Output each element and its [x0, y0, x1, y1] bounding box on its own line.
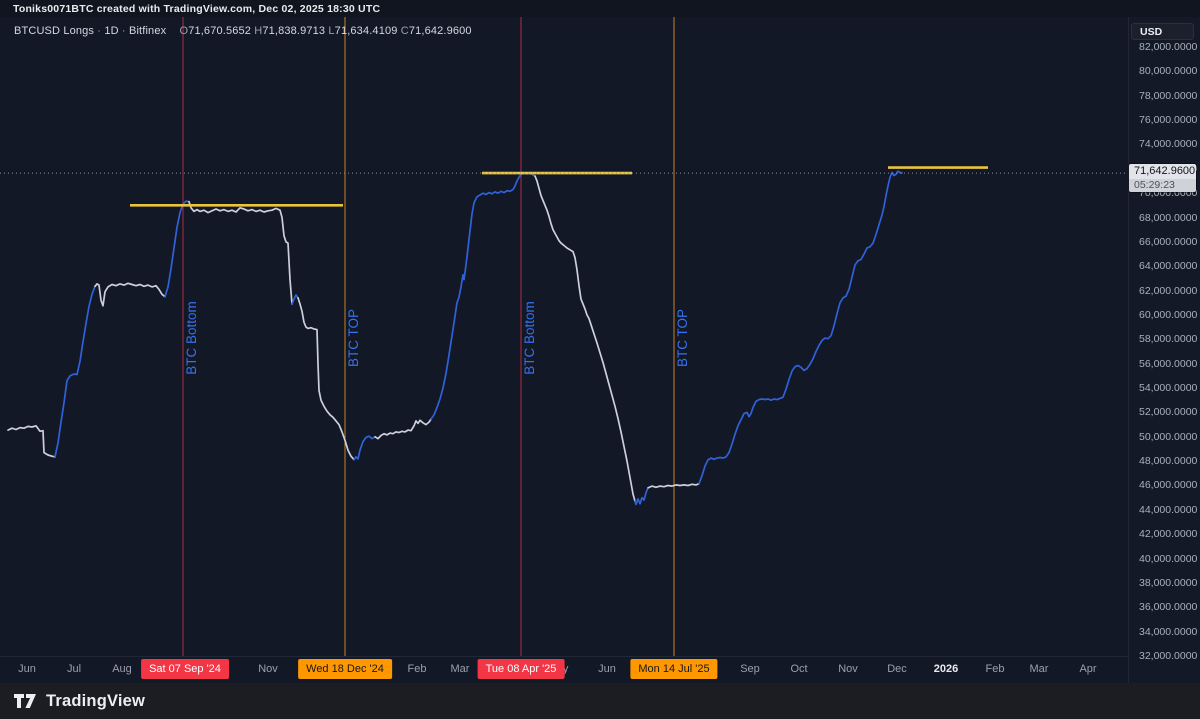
price-line-segment [291, 294, 299, 305]
time-axis-month-label: Jul [66, 663, 82, 675]
price-axis-label: 82,000.0000 [1139, 41, 1198, 53]
price-axis-label: 80,000.0000 [1139, 65, 1198, 78]
currency-toggle-button[interactable]: USD [1131, 23, 1194, 40]
price-line-segment [94, 282, 166, 307]
marker-date-badge[interactable]: Wed 18 Dec '24 [298, 659, 392, 679]
marker-vline-label: BTC Bottom [184, 301, 199, 375]
watermark-bar: Toniks0071BTC created with TradingView.c… [0, 0, 1200, 17]
tradingview-logo-icon[interactable] [13, 691, 38, 711]
price-axis[interactable]: 82,000.0000 80,000.0000 78,000.0000 76,000.… [1128, 0, 1200, 683]
interval-label: 1D [104, 25, 119, 37]
price-axis-label: 54,000.0000 [1139, 382, 1198, 395]
time-axis-month-label: Jun [598, 663, 616, 675]
price-axis-label: 38,000.0000 [1139, 576, 1198, 589]
price-line-segment [430, 172, 536, 420]
time-axis-month-label: Feb [407, 663, 427, 675]
price-axis-label: 68,000.0000 [1139, 211, 1198, 224]
price-line-segment [374, 418, 432, 440]
time-axis-month-label: Apr [1079, 663, 1097, 675]
price-axis-label: 62,000.0000 [1139, 284, 1198, 297]
time-axis-month-label: Feb [985, 663, 1005, 675]
time-axis-month-label: Nov [838, 663, 858, 675]
price-axis-label: 74,000.0000 [1139, 138, 1198, 151]
bar-countdown: 05:29:23 [1129, 179, 1196, 192]
price-line-segment [54, 285, 96, 458]
price-axis-label: 40,000.0000 [1139, 552, 1198, 565]
marker-date-badge[interactable]: Mon 14 Jul '25 [630, 659, 718, 679]
price-line-segment [634, 487, 649, 506]
price-axis-label: 50,000.0000 [1139, 430, 1198, 443]
marker-vline-label: BTC Bottom [522, 301, 537, 375]
time-axis-month-label: Sep [740, 663, 760, 675]
symbol-title: BTCUSD Longs [14, 25, 95, 37]
price-axis-label: 58,000.0000 [1139, 333, 1198, 346]
exchange-label: Bitfinex [128, 25, 167, 37]
time-axis-month-label: Nov [258, 663, 278, 675]
price-line-segment [698, 170, 903, 485]
ohlc-values: O71,670.5652 H71,838.9713 L71,634.4109 C… [179, 25, 472, 37]
marker-date-badge[interactable]: Tue 08 Apr '25 [477, 659, 565, 679]
price-line-segment [164, 200, 190, 298]
time-axis-month-label: Dec [887, 663, 907, 675]
symbol-legend[interactable]: BTCUSD Longs · 1D · Bitfinex O71,670.565… [14, 25, 472, 37]
price-line-segment [7, 424, 56, 458]
price-axis-label: 32,000.0000 [1139, 650, 1198, 662]
price-line-segment [353, 435, 376, 461]
price-axis-label: 64,000.0000 [1139, 260, 1198, 273]
tradingview-chart-window: Toniks0071BTC created with TradingView.c… [0, 0, 1200, 719]
time-axis-month-label: Oct [790, 663, 808, 675]
price-axis-label: 46,000.0000 [1139, 479, 1198, 492]
price-axis-label: 48,000.0000 [1139, 455, 1198, 468]
tradingview-brand-text: TradingView [46, 691, 146, 710]
time-axis[interactable]: JunJulAugOctNovFebMarMayJunSepOctNovDec2… [0, 656, 1128, 683]
price-line-segment [534, 175, 636, 503]
price-axis-label: 66,000.0000 [1139, 235, 1198, 248]
price-line-segment [188, 200, 293, 305]
price-axis-label: 56,000.0000 [1139, 357, 1198, 370]
chart-canvas[interactable]: BTC Bottom BTC TOP BTC Bottom BTC TOP [0, 0, 1128, 683]
marker-vline-label: BTC TOP [346, 309, 361, 367]
price-axis-label: 34,000.0000 [1139, 625, 1198, 638]
time-axis-month-label: Aug [112, 663, 132, 675]
marker-date-badge[interactable]: Sat 07 Sep '24 [141, 659, 229, 679]
time-axis-month-label: Jun [18, 663, 36, 675]
last-price-badge: 71,642.9600 05:29:23 [1129, 164, 1196, 192]
price-axis-label: 52,000.0000 [1139, 406, 1198, 419]
time-axis-year-label: 2026 [933, 663, 959, 675]
marker-vline-label: BTC TOP [675, 309, 690, 367]
price-axis-label: 78,000.0000 [1139, 89, 1198, 102]
price-axis-label: 76,000.0000 [1139, 114, 1198, 127]
footer-bar: TradingView [0, 683, 1200, 719]
price-axis-label: 60,000.0000 [1139, 308, 1198, 321]
watermark-text: Toniks0071BTC created with TradingView.c… [13, 3, 381, 15]
time-axis-month-label: Mar [450, 663, 470, 675]
price-axis-label: 36,000.0000 [1139, 601, 1198, 614]
price-axis-label: 44,000.0000 [1139, 503, 1198, 516]
price-axis-label: 42,000.0000 [1139, 528, 1198, 541]
last-price-value: 71,642.9600 [1129, 164, 1196, 179]
time-axis-month-label: Mar [1029, 663, 1049, 675]
